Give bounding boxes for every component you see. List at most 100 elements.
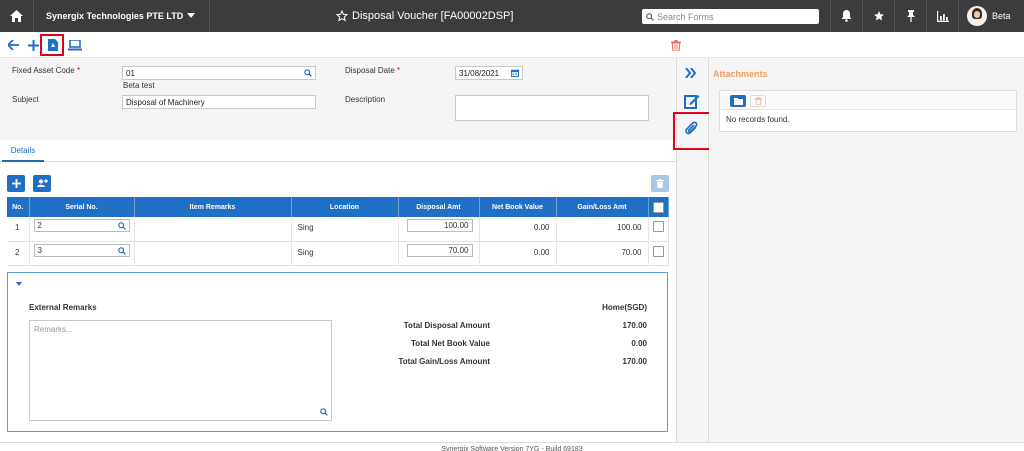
header-disposal-amt[interactable]: Disposal Amt [398, 197, 480, 217]
header-location[interactable]: Location [291, 197, 399, 217]
item-remarks-cell[interactable] [134, 217, 292, 242]
fixed-asset-code-input[interactable]: 01 [122, 66, 316, 80]
folder-icon [733, 97, 743, 105]
tab-bar: Details [0, 140, 676, 162]
delete-voucher-button[interactable] [667, 36, 685, 54]
pin-icon [906, 10, 915, 22]
arrow-left-icon [7, 40, 19, 50]
description-label: Description [345, 95, 386, 104]
home-icon [10, 10, 23, 22]
header-serial-no[interactable]: Serial No. [29, 197, 135, 217]
header-gain-loss-amt[interactable]: Gain/Loss Amt [556, 197, 649, 217]
page-title-wrap: Disposal Voucher [FA00002DSP] [336, 0, 513, 32]
search-forms-input[interactable]: Search Forms [642, 9, 819, 24]
total-gain-label: Total Gain/Loss Amount [398, 357, 490, 366]
search-icon[interactable] [117, 222, 126, 230]
edit-notes-button[interactable] [684, 93, 700, 111]
total-nbv-value: 0.00 [631, 339, 647, 348]
trash-icon [754, 97, 762, 105]
toolbar [0, 32, 1024, 58]
star-icon [873, 11, 884, 21]
disposal-amt-input[interactable]: 70.00 [406, 243, 473, 257]
highlight-box-attachments [673, 112, 714, 150]
attachments-empty-text: No records found. [726, 115, 790, 124]
disposal-amt-input[interactable]: 100.00 [406, 219, 473, 232]
analytics-button[interactable] [926, 0, 958, 32]
delete-attachment-button[interactable] [750, 95, 766, 107]
double-chevron-right-icon [685, 67, 697, 79]
search-icon[interactable] [117, 246, 126, 255]
gain-loss-cell: 70.00 [556, 241, 649, 266]
serial-no-input[interactable]: 3 [33, 243, 130, 257]
bulk-add-button[interactable] [33, 175, 51, 192]
subject-input[interactable]: Disposal of Machinery [122, 95, 316, 109]
attachments-toolbar [720, 91, 1016, 110]
chart-icon [936, 10, 949, 22]
search-icon[interactable] [320, 408, 328, 416]
back-button[interactable] [4, 36, 22, 54]
search-icon[interactable] [304, 69, 312, 77]
header-item-remarks[interactable]: Item Remarks [134, 197, 292, 217]
collapse-caret-icon[interactable] [16, 282, 22, 286]
edit-icon [684, 95, 700, 109]
external-remarks-input[interactable]: Remarks... [29, 320, 332, 421]
trash-icon [656, 179, 664, 188]
item-remarks-cell[interactable] [134, 241, 292, 266]
row-checkbox[interactable] [652, 245, 664, 257]
star-outline-icon[interactable] [336, 10, 348, 22]
pin-button[interactable] [894, 0, 926, 32]
page-title: Disposal Voucher [FA00002DSP] [352, 10, 514, 22]
calendar-icon[interactable] [511, 69, 519, 77]
select-all-checkbox[interactable] [652, 201, 664, 213]
attachments-list: No records found. [719, 90, 1017, 132]
notifications-button[interactable] [830, 0, 862, 32]
remarks-placeholder: Remarks... [34, 325, 73, 334]
home-button[interactable] [0, 0, 34, 32]
laptop-icon [68, 39, 82, 50]
attachments-title: Attachments [713, 69, 768, 79]
voucher-header-form: Fixed Asset Code * 01 Beta test Disposal… [0, 58, 676, 140]
description-input[interactable] [455, 95, 649, 121]
fixed-asset-description: Beta test [123, 81, 155, 90]
gain-loss-cell: 100.00 [556, 217, 649, 242]
footer: Synergix Software Version 7YG - Build 69… [0, 442, 1024, 451]
row-no: 1 [7, 217, 30, 242]
top-bar: Synergix Technologies PTE LTD Disposal V… [0, 0, 1024, 32]
subject-label: Subject [12, 95, 39, 104]
total-gain-value: 170.00 [622, 357, 647, 366]
print-button[interactable] [66, 36, 84, 54]
highlight-box-report [40, 34, 64, 56]
location-cell: Sing [291, 241, 399, 266]
header-select-all[interactable] [648, 197, 669, 217]
row-checkbox[interactable] [652, 221, 664, 232]
net-book-value-cell: 0.00 [479, 217, 557, 242]
caret-down-icon [187, 13, 195, 18]
header-net-book-value[interactable]: Net Book Value [479, 197, 557, 217]
tab-details[interactable]: Details [2, 140, 44, 162]
trash-icon [671, 39, 681, 51]
app-root: Synergix Technologies PTE LTD Disposal V… [0, 0, 1024, 451]
total-nbv-label: Total Net Book Value [411, 339, 490, 348]
expand-panel-button[interactable] [685, 67, 697, 80]
disposal-date-input[interactable]: 31/08/2021 [455, 66, 523, 80]
user-name: Beta [992, 11, 1011, 21]
location-cell: Sing [291, 217, 399, 242]
plus-icon [27, 39, 39, 51]
serial-no-input[interactable]: 2 [33, 219, 130, 232]
table-row: 1 2 Sing 100.00 0.00 100.00 [7, 217, 669, 242]
user-menu[interactable]: Beta [958, 0, 1024, 32]
grid-header-row: No. Serial No. Item Remarks Location Dis… [7, 197, 669, 217]
upload-attachment-button[interactable] [730, 95, 746, 107]
total-disposal-value: 170.00 [622, 321, 647, 330]
external-remarks-label: External Remarks [29, 303, 97, 312]
delete-rows-button[interactable] [651, 175, 669, 192]
bell-icon [841, 10, 852, 22]
row-no: 2 [7, 241, 30, 266]
total-disposal-label: Total Disposal Amount [403, 321, 490, 330]
add-row-button[interactable] [7, 175, 25, 192]
favorites-button[interactable] [862, 0, 894, 32]
avatar [967, 6, 987, 26]
table-row: 2 3 Sing 70.00 0.00 70.00 [7, 241, 669, 266]
header-no[interactable]: No. [7, 197, 30, 217]
company-selector[interactable]: Synergix Technologies PTE LTD [34, 0, 210, 32]
